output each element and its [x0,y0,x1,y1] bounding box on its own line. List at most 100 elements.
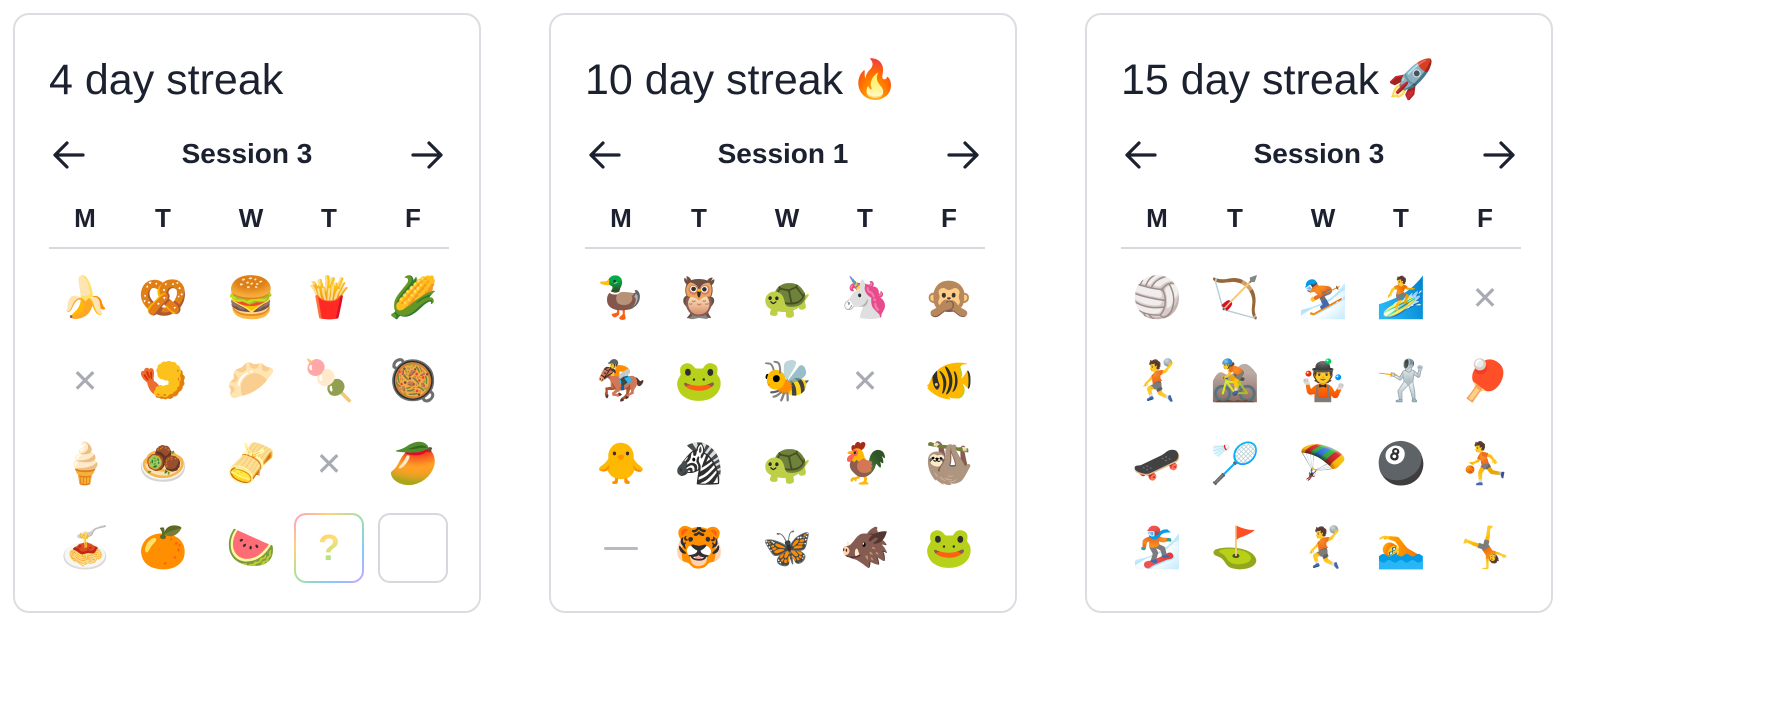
day-emoji-icon: 🍉 [226,525,276,571]
missed-day-cell: ✕ [830,346,900,416]
day-emoji-icon: 🏊 [1376,525,1426,571]
day-emoji-icon: ⛹️ [1460,441,1510,487]
streak-card: 4 day streak Session 3 M T W T F 🍌 🥨 🍔 🍟 🌽 ✕ 🍤 🥟 🍡 🥘 🍦 🧆 🫔 ✕… [13,13,481,613]
day-emoji-icon: 🐥 [596,441,646,487]
weekday-header-tuesday: T [155,203,171,233]
day-cell: 🥨 [128,263,198,333]
day-cell: ⛷️ [1288,263,1358,333]
day-emoji-icon: 🏐 [1132,275,1182,321]
day-cell: 🏇 [586,346,656,416]
day-emoji-icon: 🤾 [1132,358,1182,404]
day-cell: 🐠 [914,346,984,416]
weekday-header-monday: M [74,203,96,233]
weekday-header-thursday: T [1393,203,1409,233]
day-cell: 🍤 [128,346,198,416]
day-cell: 🐸 [914,513,984,583]
day-emoji-icon: 🍤 [138,358,188,404]
day-emoji-icon: 🪂 [1298,441,1348,487]
day-cell: 🐥 [586,429,656,499]
day-cell: 🛹 [1122,429,1192,499]
streak-title-text: 4 day streak [49,56,284,104]
day-cell: 🏊 [1366,513,1436,583]
day-emoji-icon: 🐝 [762,358,812,404]
day-emoji-icon: 🦓 [674,441,724,487]
arrow-right-icon [407,135,447,175]
day-emoji-icon: 🤺 [1376,358,1426,404]
day-emoji-icon: ⛳ [1210,525,1260,571]
day-emoji-icon: 🏄 [1376,275,1426,321]
header-divider [1121,247,1521,249]
streak-title: 4 day streak [49,55,283,105]
day-emoji-icon: 🍟 [304,275,354,321]
streak-title-text: 15 day streak [1121,56,1380,104]
day-cell: 🍡 [294,346,364,416]
day-cell: 🌽 [378,263,448,333]
weekday-header-row: MTWTF [15,200,479,236]
day-cell: 🏐 [1122,263,1192,333]
arrow-right-icon [1479,135,1519,175]
next-session-button[interactable] [943,135,983,175]
streak-title: 15 day streak 🚀 [1121,55,1434,105]
day-cell: 🏹 [1200,263,1270,333]
missed-day-cell: ✕ [50,346,120,416]
day-emoji-icon: 🙊 [924,275,974,321]
day-emoji-icon: 🐢 [762,275,812,321]
streak-card: 15 day streak 🚀 Session 3 M T W T F 🏐 🏹 ⛷️ 🏄 ✕ 🤾 🚵 🤹 🤺 🏓 🛹… [1085,13,1553,613]
day-cell: 🤺 [1366,346,1436,416]
day-emoji-icon: 🎱 [1376,441,1426,487]
weekday-header-friday: F [941,203,957,233]
day-emoji-icon: 🍌 [60,275,110,321]
day-cell: 🏸 [1200,429,1270,499]
day-cell: 🍦 [50,429,120,499]
day-cell: 🦓 [664,429,734,499]
day-cell: 🐝 [752,346,822,416]
day-cell: 🐢 [752,429,822,499]
missed-x-icon: ✕ [71,362,99,400]
day-cell: 🐯 [664,513,734,583]
day-emoji-icon: 🐯 [674,525,724,571]
day-emoji-icon: 🏇 [596,358,646,404]
day-cell: 🍟 [294,263,364,333]
weekday-header-thursday: T [321,203,337,233]
day-emoji-icon: 🐗 [840,525,890,571]
day-cell: 🐗 [830,513,900,583]
weekday-header-tuesday: T [1227,203,1243,233]
day-cell: 🐢 [752,263,822,333]
day-emoji-icon: 🐸 [924,525,974,571]
day-emoji-icon: 🍦 [60,441,110,487]
weekday-header-monday: M [1146,203,1168,233]
day-emoji-icon: 🏓 [1460,358,1510,404]
day-emoji-icon: 🧆 [138,441,188,487]
day-emoji-icon: 🏹 [1210,275,1260,321]
question-mark-icon: ? [318,527,340,568]
next-session-button[interactable] [407,135,447,175]
day-emoji-icon: 🐠 [924,358,974,404]
day-emoji-icon: 🤸 [1460,525,1510,571]
missed-x-icon: ✕ [315,445,343,483]
day-cell: ⛹️ [1450,429,1520,499]
day-cell: 🍊 [128,513,198,583]
arrow-right-icon [943,135,983,175]
day-cell: 🐸 [664,346,734,416]
day-cell: ⛳ [1200,513,1270,583]
header-divider [585,247,985,249]
streak-card: 10 day streak 🔥 Session 1 M T W T F 🦆 🦉 🐢 🦄 🙊 🏇 🐸 🐝 ✕ 🐠 🐥 🦓… [549,13,1017,613]
next-session-button[interactable] [1479,135,1519,175]
day-emoji-icon: 🦉 [674,275,724,321]
weekday-header-friday: F [1477,203,1493,233]
missed-day-cell: ✕ [294,429,364,499]
day-emoji-icon: 🥟 [226,358,276,404]
day-cell: 🪂 [1288,429,1358,499]
day-cell: 🦋 [752,513,822,583]
missed-day-cell: ✕ [1450,263,1520,333]
weekday-header-friday: F [405,203,421,233]
weekday-header-row: MTWTF [1087,200,1551,236]
day-emoji-icon: 🐓 [840,441,890,487]
day-cell: 🏓 [1450,346,1520,416]
header-divider [49,247,449,249]
day-emoji-icon: 🦋 [762,525,812,571]
day-emoji-icon: 🌽 [388,275,438,321]
day-emoji-icon: 🦄 [840,275,890,321]
weekday-header-monday: M [610,203,632,233]
today-cell[interactable]: ? [294,513,364,583]
